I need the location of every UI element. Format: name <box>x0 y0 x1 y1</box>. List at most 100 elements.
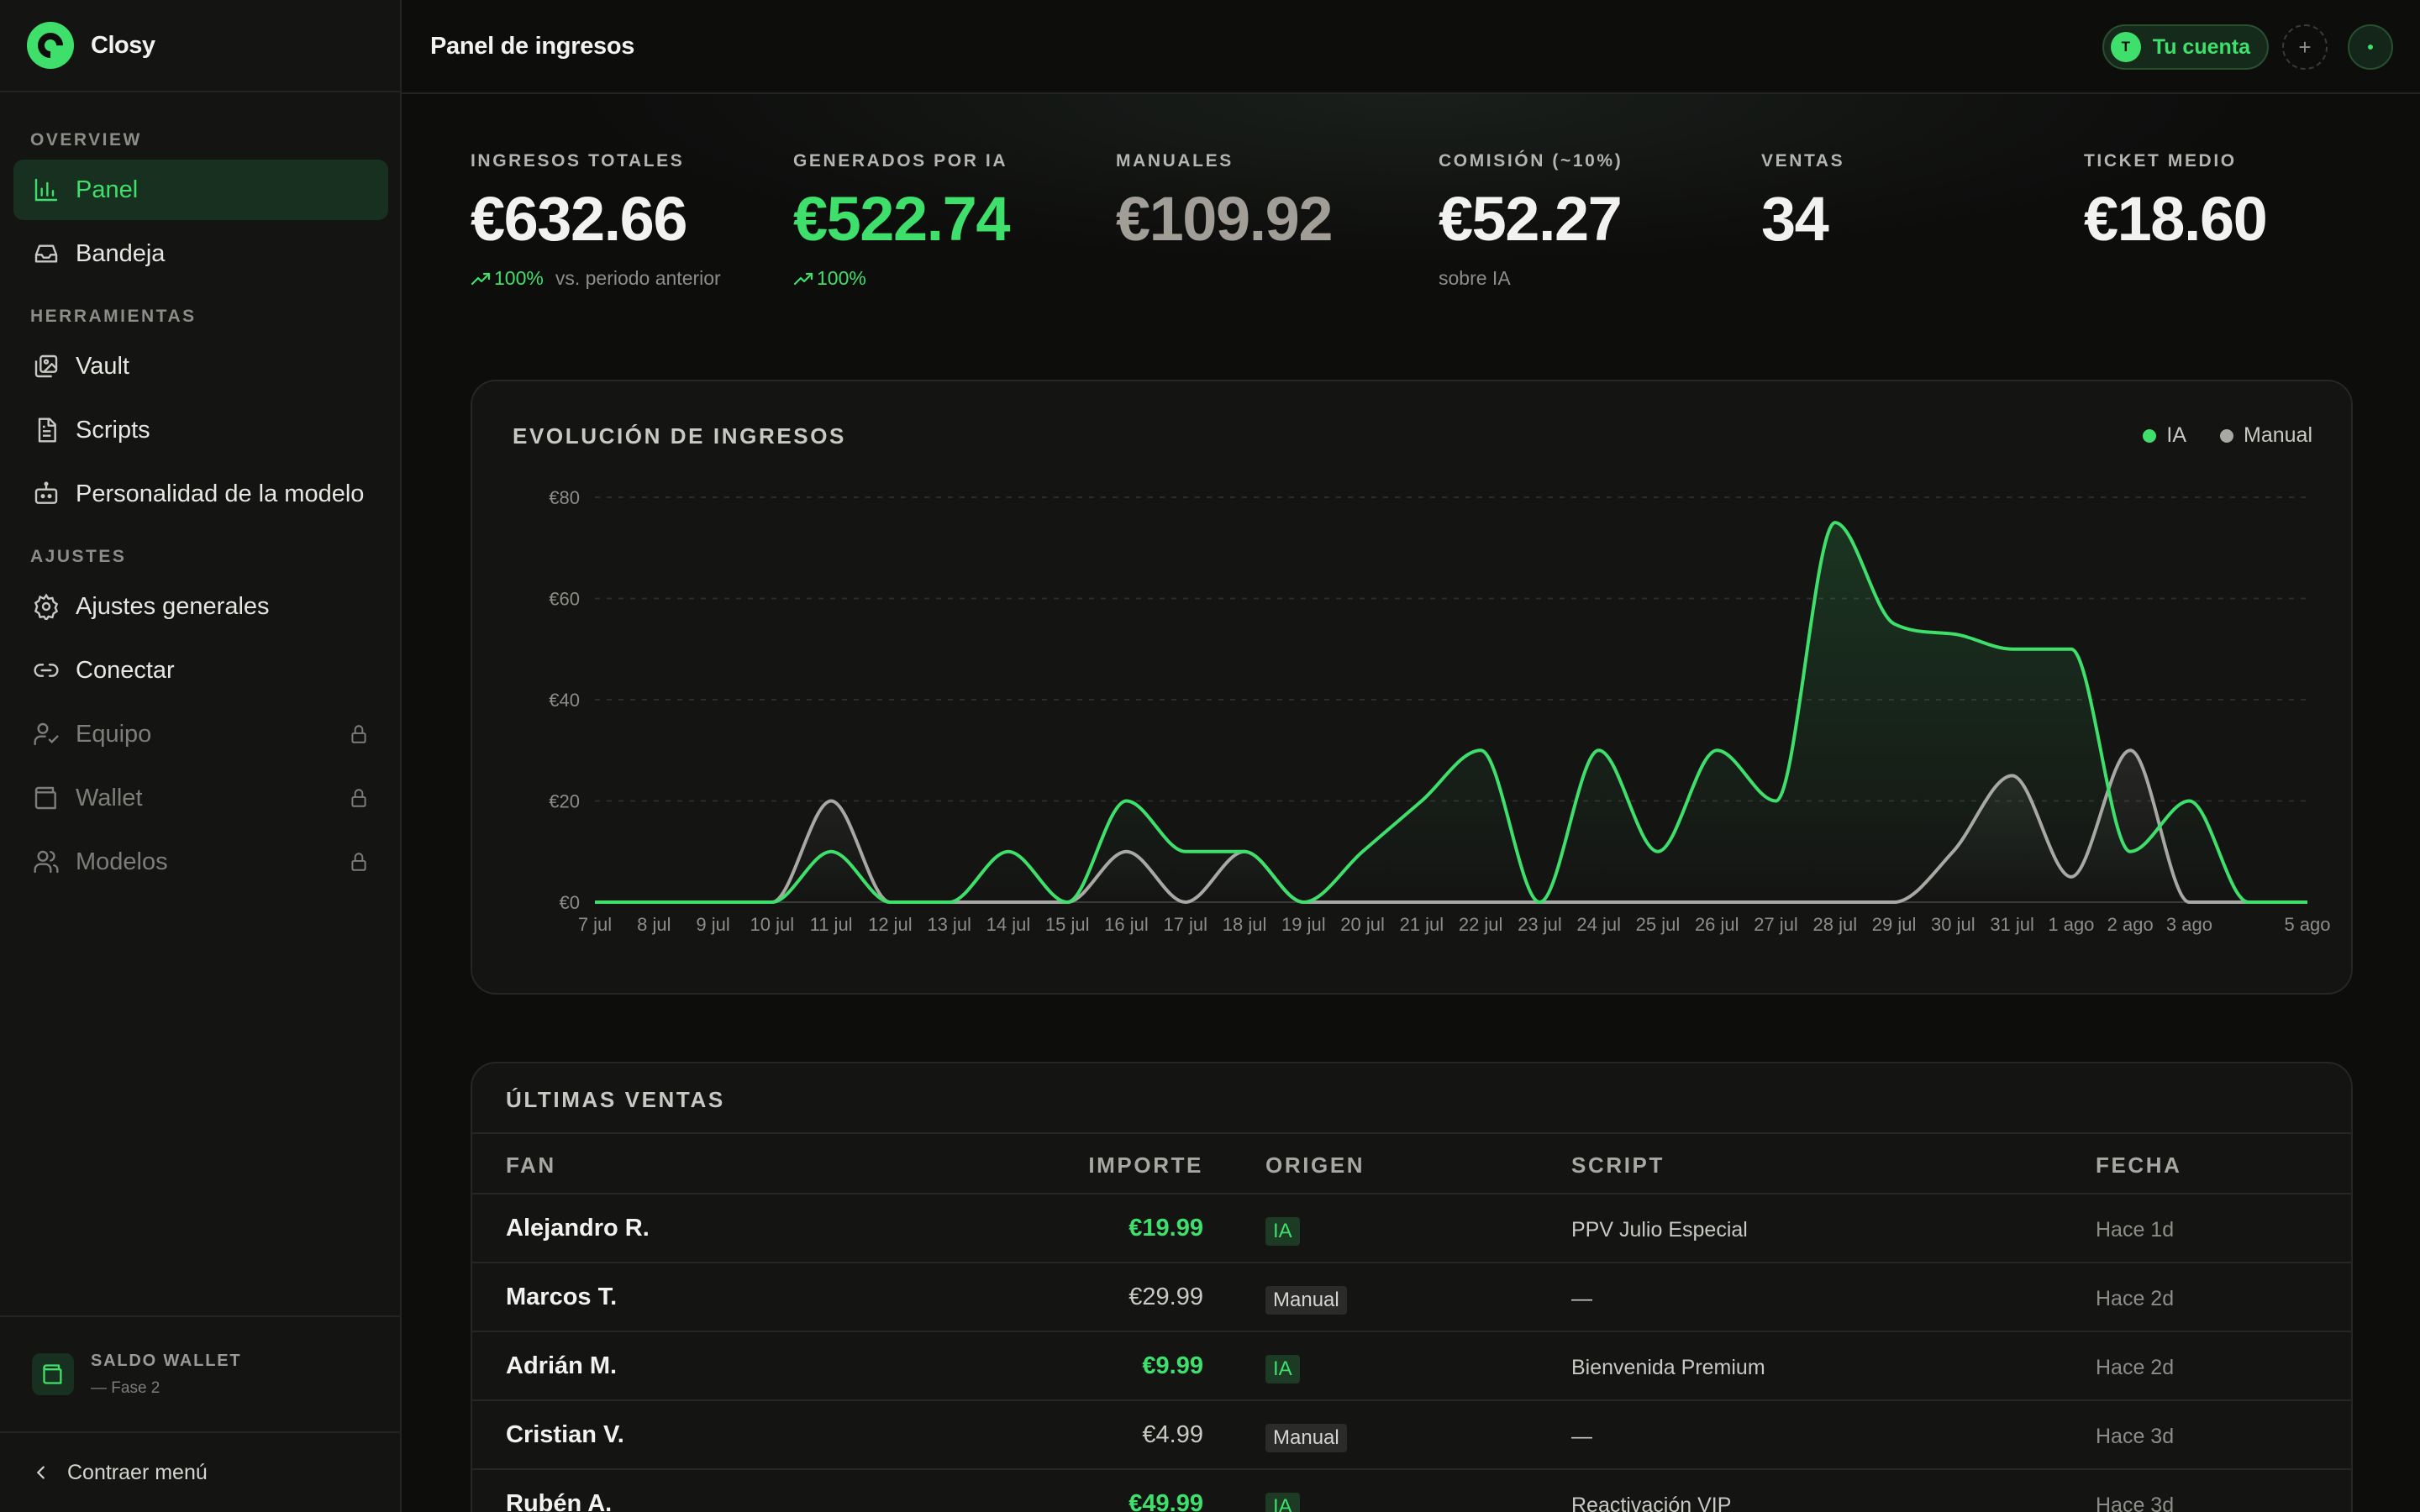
sidebar-item-conectar[interactable]: Conectar <box>13 640 388 701</box>
x-tick-label: 25 jul <box>1636 914 1681 935</box>
column-header-fan[interactable]: FAN <box>506 1152 556 1179</box>
stat-label: TICKET MEDIO <box>2084 151 2237 171</box>
revenue-chart-card: EVOLUCIÓN DE INGRESOS IA Manual €0 €20 €40… <box>471 380 2353 995</box>
x-tick-label: 22 jul <box>1459 914 1503 935</box>
stat-label: GENERADOS POR IA <box>793 151 1008 171</box>
origin-badge: Manual <box>1265 1424 1347 1452</box>
stat-sales: VENTAS 34 <box>1761 151 1844 250</box>
x-tick-label: 24 jul <box>1576 914 1621 935</box>
collapse-menu-button[interactable]: Contraer menú <box>0 1431 400 1512</box>
fan-name: Cristian V. <box>506 1421 624 1448</box>
x-tick-label: 3 ago <box>2166 914 2212 935</box>
x-tick-label: 5 ago <box>2284 914 2330 935</box>
delta-badge: 100% <box>793 267 866 290</box>
x-tick-label: 1 ago <box>2048 914 2094 935</box>
section-label-ajustes: AJUSTES <box>30 547 127 566</box>
y-tick-label: €0 <box>560 892 580 913</box>
status-button[interactable] <box>2348 24 2393 70</box>
sale-amount: €29.99 <box>1128 1284 1203 1310</box>
column-header-amount[interactable]: IMPORTE <box>1088 1152 1203 1179</box>
y-tick-label: €40 <box>549 690 580 711</box>
lock-icon <box>351 725 366 743</box>
table-header: FAN IMPORTE ORIGEN SCRIPT FECHA <box>472 1132 2351 1194</box>
sidebar-item-vault[interactable]: Vault <box>13 336 388 396</box>
sidebar-item-label: Wallet <box>76 784 143 811</box>
table-row[interactable]: Marcos T. €29.99 Manual — Hace 2d <box>472 1263 2351 1332</box>
sidebar-item-label: Vault <box>76 352 129 380</box>
app-name: Closy <box>91 31 155 59</box>
wallet-icon <box>32 1353 74 1395</box>
origin-badge: IA <box>1265 1355 1300 1383</box>
bot-icon <box>32 480 60 508</box>
account-button[interactable]: T Tu cuenta <box>2102 24 2269 70</box>
delta-badge: 100% <box>471 267 544 290</box>
document-icon <box>32 416 60 444</box>
x-tick-label: 2 ago <box>2107 914 2154 935</box>
stat-label: MANUALES <box>1116 151 1234 171</box>
sale-amount: €19.99 <box>1128 1215 1203 1242</box>
sidebar-item-label: Personalidad de la modelo <box>76 480 365 507</box>
script-name: — <box>1571 1425 1592 1448</box>
table-row[interactable]: Adrián M. €9.99 IA Bienvenida Premium Hace 2… <box>472 1332 2351 1401</box>
stat-value: €522.74 <box>793 184 1011 254</box>
sidebar-item-label: Panel <box>76 176 139 203</box>
x-tick-label: 29 jul <box>1872 914 1917 935</box>
sidebar-item-ajustes-generales[interactable]: Ajustes generales <box>13 576 388 637</box>
delta-value: 100% <box>817 267 866 289</box>
script-name: Bienvenida Premium <box>1571 1356 1765 1379</box>
sidebar-item-modelos[interactable]: Modelos <box>13 832 388 892</box>
delta-note: vs. periodo anterior <box>555 267 721 289</box>
x-tick-label: 14 jul <box>986 914 1031 935</box>
stat-avg-ticket: TICKET MEDIO €18.60 <box>2084 151 2268 254</box>
stat-value: €52.27 <box>1439 184 1623 254</box>
fan-name: Adrián M. <box>506 1352 618 1379</box>
bar-chart-icon <box>32 176 60 204</box>
trend-up-icon <box>793 272 813 285</box>
script-name: PPV Julio Especial <box>1571 1218 1748 1242</box>
x-tick-label: 18 jul <box>1223 914 1267 935</box>
x-tick-label: 16 jul <box>1104 914 1149 935</box>
x-tick-label: 11 jul <box>810 914 853 935</box>
origin-cell: Manual <box>1265 1423 1347 1452</box>
sidebar: Closy OVERVIEW Panel Bandeja HERRAMIENTA… <box>0 0 402 1512</box>
add-button[interactable]: + <box>2282 24 2328 70</box>
x-tick-label: 19 jul <box>1281 914 1326 935</box>
stat-value: €18.60 <box>2084 184 2268 254</box>
lock-icon <box>351 853 366 871</box>
origin-cell: IA <box>1265 1492 1300 1512</box>
sidebar-item-equipo[interactable]: Equipo <box>13 704 388 764</box>
closy-logo-icon <box>27 22 74 69</box>
sale-amount: €9.99 <box>1142 1352 1203 1379</box>
stat-value: €109.92 <box>1116 184 1334 254</box>
images-icon <box>32 352 60 381</box>
wallet-title: SALDO WALLET <box>91 1351 242 1370</box>
stat-value: €632.66 <box>471 184 687 254</box>
sale-date: Hace 2d <box>2096 1356 2175 1379</box>
sidebar-item-scripts[interactable]: Scripts <box>13 400 388 460</box>
brand[interactable]: Closy <box>0 0 400 92</box>
table-row[interactable]: Cristian V. €4.99 Manual — Hace 3d <box>472 1401 2351 1470</box>
stat-value: 34 <box>1761 184 1829 254</box>
status-dot-icon <box>2368 45 2373 50</box>
column-header-origin[interactable]: ORIGEN <box>1265 1152 1365 1179</box>
fan-name: Marcos T. <box>506 1284 618 1310</box>
stat-label: COMISIÓN (~10%) <box>1439 151 1623 171</box>
plus-icon: + <box>2298 34 2312 60</box>
column-header-script[interactable]: SCRIPT <box>1571 1152 1665 1179</box>
table-row[interactable]: Alejandro R. €19.99 IA PPV Julio Especial Ha… <box>472 1194 2351 1263</box>
sidebar-item-personalidad[interactable]: Personalidad de la modelo <box>13 464 388 524</box>
y-tick-label: €20 <box>549 791 580 812</box>
latest-sales-card: ÚLTIMAS VENTAS FAN IMPORTE ORIGEN SCRIPT… <box>471 1062 2353 1512</box>
trend-up-icon <box>471 272 491 285</box>
table-row[interactable]: Rubén A. €49.99 IA Reactivación VIP Hace 3d <box>472 1470 2351 1512</box>
sidebar-item-wallet[interactable]: Wallet <box>13 768 388 828</box>
sales-title: ÚLTIMAS VENTAS <box>506 1087 725 1112</box>
column-header-date[interactable]: FECHA <box>2096 1152 2182 1179</box>
y-tick-label: €60 <box>549 589 580 610</box>
x-tick-label: 26 jul <box>1695 914 1739 935</box>
sale-amount: €49.99 <box>1128 1490 1203 1512</box>
sidebar-item-panel[interactable]: Panel <box>13 160 388 220</box>
stat-ai-generated: GENERADOS POR IA €522.74 100% <box>793 151 1011 290</box>
stat-manual: MANUALES €109.92 <box>1116 151 1334 254</box>
sidebar-item-bandeja[interactable]: Bandeja <box>13 223 388 284</box>
